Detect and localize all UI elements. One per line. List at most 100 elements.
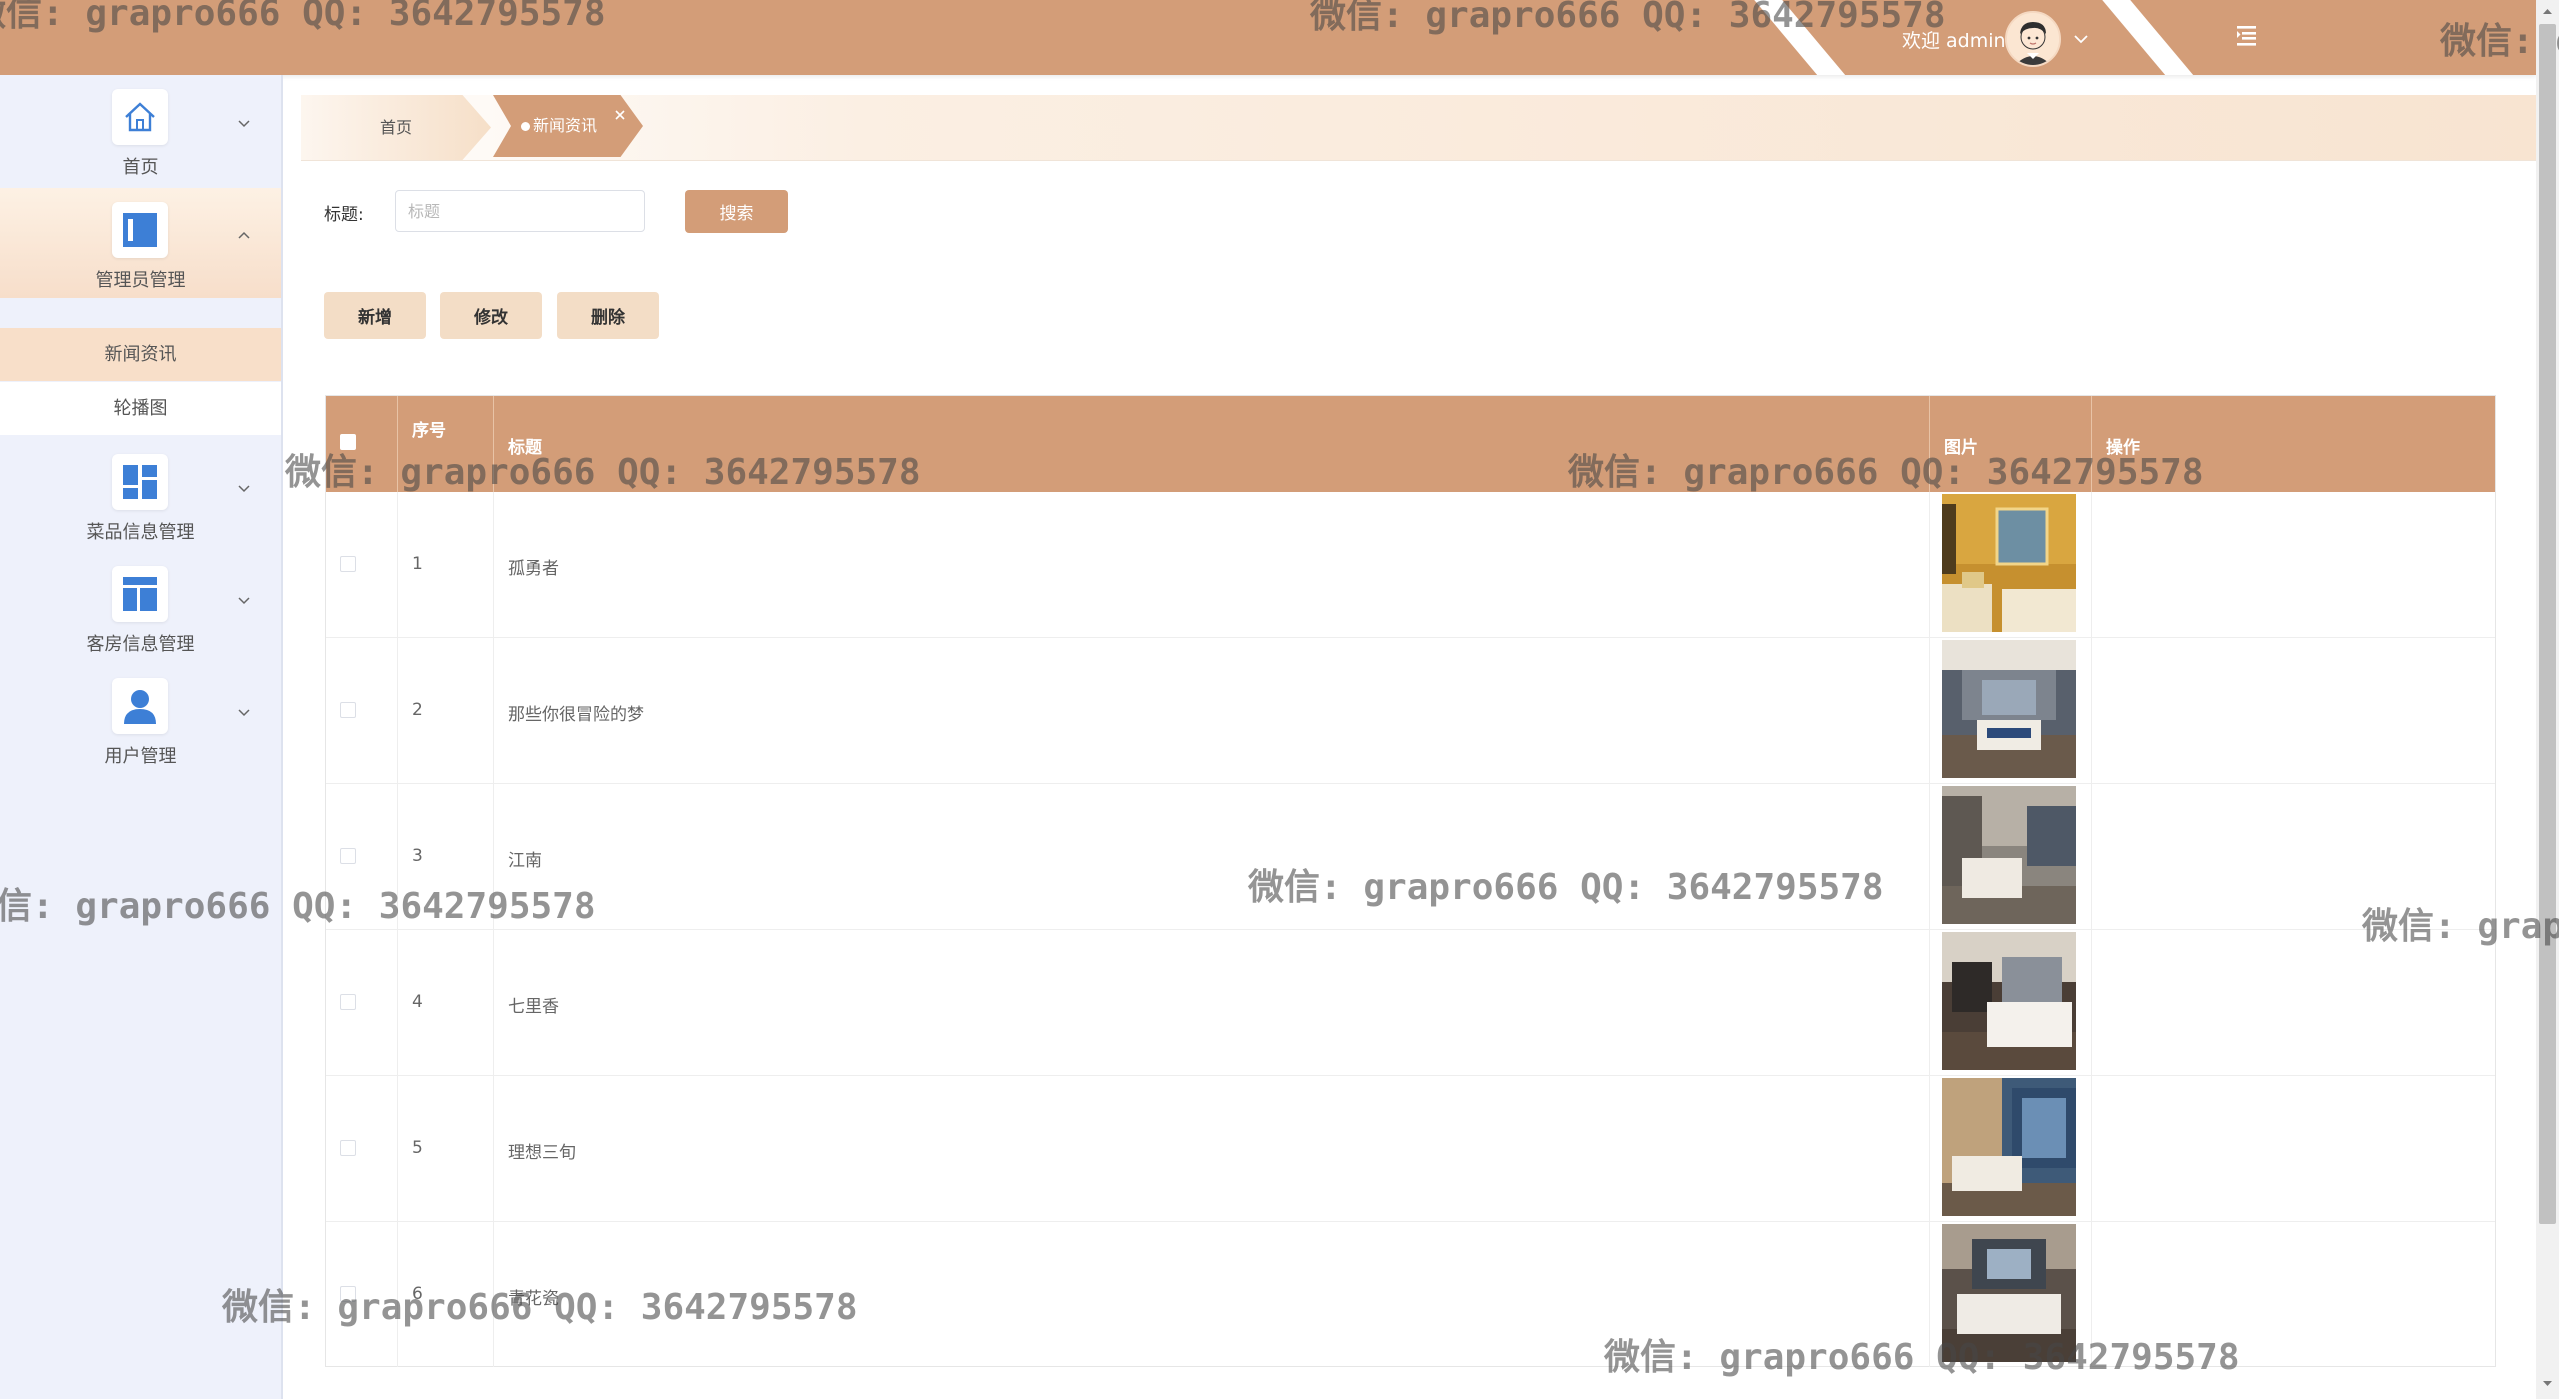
row-select-cell bbox=[326, 784, 398, 929]
row-checkbox[interactable] bbox=[340, 994, 356, 1010]
delete-button[interactable]: 删除 bbox=[557, 292, 659, 339]
sidebar-item-user-management[interactable]: 用户管理 bbox=[0, 664, 281, 774]
table-row[interactable]: 6 青花瓷 bbox=[326, 1222, 2495, 1367]
chevron-down-icon bbox=[238, 597, 250, 605]
row-title: 那些你很冒险的梦 bbox=[508, 705, 644, 725]
index-cell: 4 bbox=[398, 930, 494, 1075]
image-cell bbox=[1930, 1076, 2092, 1221]
actions-cell bbox=[2092, 930, 2495, 1075]
search-button[interactable]: 搜索 bbox=[685, 190, 788, 233]
table-row[interactable]: 5 理想三旬 bbox=[326, 1076, 2495, 1222]
welcome-text: 欢迎 admin bbox=[1902, 30, 2006, 52]
title-search-input[interactable] bbox=[395, 190, 645, 232]
row-index: 4 bbox=[412, 992, 423, 1012]
scrollbar-thumb[interactable] bbox=[2539, 24, 2556, 1224]
row-checkbox[interactable] bbox=[340, 702, 356, 718]
add-button[interactable]: 新增 bbox=[324, 292, 426, 339]
index-cell: 3 bbox=[398, 784, 494, 929]
row-title: 七里香 bbox=[508, 997, 559, 1017]
column-header-label: 序号 bbox=[412, 421, 446, 441]
chevron-down-icon bbox=[238, 709, 250, 717]
row-checkbox[interactable] bbox=[340, 1286, 356, 1302]
sidebar-item-home[interactable]: 首页 bbox=[0, 75, 281, 185]
table-header: 序号 标题 图片 操作 bbox=[326, 396, 2495, 492]
sidebar: 首页 管理员管理 新闻资讯 轮播图 菜品信息管理 客房信息管理 用户管理 bbox=[0, 75, 283, 1399]
sidebar-item-label: 用户管理 bbox=[104, 746, 177, 767]
tab-label: 新闻资讯 bbox=[533, 116, 598, 135]
tab-home[interactable]: 首页 bbox=[301, 95, 491, 160]
news-table: 序号 标题 图片 操作 1 孤勇者 2 那些你很冒险的梦 3 江南 4 七里香 … bbox=[325, 395, 2496, 1367]
row-checkbox[interactable] bbox=[340, 848, 356, 864]
column-header-actions: 操作 bbox=[2092, 396, 2495, 492]
row-index: 5 bbox=[412, 1138, 423, 1158]
hotel-room-thumbnail bbox=[1942, 640, 2076, 778]
row-index: 3 bbox=[412, 846, 423, 866]
row-checkbox[interactable] bbox=[340, 1140, 356, 1156]
submenu-item-news[interactable]: 新闻资讯 bbox=[0, 328, 281, 381]
chevron-down-icon[interactable] bbox=[2072, 30, 2090, 48]
image-cell bbox=[1930, 930, 2092, 1075]
row-index: 2 bbox=[412, 700, 423, 720]
row-select-cell bbox=[326, 1222, 398, 1367]
image-cell bbox=[1930, 638, 2092, 783]
admin-panel-icon bbox=[112, 202, 168, 258]
chevron-down-icon bbox=[238, 120, 250, 128]
edit-button[interactable]: 修改 bbox=[440, 292, 542, 339]
row-select-cell bbox=[326, 1076, 398, 1221]
user-avatar-icon[interactable] bbox=[2005, 11, 2061, 67]
dashboard-grid-icon bbox=[112, 454, 168, 510]
row-select-cell bbox=[326, 492, 398, 637]
table-row[interactable]: 2 那些你很冒险的梦 bbox=[326, 638, 2495, 784]
table-row[interactable]: 1 孤勇者 bbox=[326, 492, 2495, 638]
index-cell: 1 bbox=[398, 492, 494, 637]
chevron-up-icon bbox=[238, 231, 250, 239]
column-header-image: 图片 bbox=[1930, 396, 2092, 492]
hotel-room-thumbnail bbox=[1942, 786, 2076, 924]
row-select-cell bbox=[326, 638, 398, 783]
hotel-room-thumbnail bbox=[1942, 1224, 2076, 1362]
tab-news[interactable]: 新闻资讯 bbox=[493, 95, 643, 157]
sidebar-item-label: 菜品信息管理 bbox=[86, 522, 195, 543]
user-icon bbox=[112, 678, 168, 734]
row-checkbox[interactable] bbox=[340, 556, 356, 572]
sidebar-item-room-management[interactable]: 客房信息管理 bbox=[0, 552, 281, 662]
top-header: 欢迎 admin bbox=[0, 0, 2536, 75]
close-icon[interactable] bbox=[614, 109, 626, 121]
index-cell: 5 bbox=[398, 1076, 494, 1221]
sidebar-item-label: 客房信息管理 bbox=[86, 634, 195, 655]
scroll-up-arrow-icon[interactable] bbox=[2542, 6, 2553, 17]
row-title: 青花瓷 bbox=[508, 1289, 559, 1309]
column-header-index: 序号 bbox=[398, 396, 494, 492]
sidebar-item-label: 管理员管理 bbox=[95, 270, 186, 291]
select-all-checkbox[interactable] bbox=[340, 434, 356, 450]
scroll-down-arrow-icon[interactable] bbox=[2542, 1378, 2553, 1389]
header-decoration-stripe bbox=[1737, 0, 1875, 75]
hotel-room-thumbnail bbox=[1942, 1078, 2076, 1216]
home-icon bbox=[112, 89, 168, 145]
sidebar-item-label: 首页 bbox=[122, 157, 159, 178]
column-header-title[interactable]: 标题 bbox=[494, 396, 1930, 492]
table-row[interactable]: 3 江南 bbox=[326, 784, 2495, 930]
chevron-down-icon bbox=[238, 485, 250, 493]
title-cell: 那些你很冒险的梦 bbox=[494, 638, 1930, 783]
image-cell bbox=[1930, 1222, 2092, 1367]
page-scrollbar[interactable] bbox=[2536, 0, 2559, 1399]
hotel-room-thumbnail bbox=[1942, 494, 2076, 632]
title-cell: 理想三旬 bbox=[494, 1076, 1930, 1221]
row-title: 孤勇者 bbox=[508, 559, 559, 579]
actions-cell bbox=[2092, 638, 2495, 783]
title-cell: 江南 bbox=[494, 784, 1930, 929]
title-cell: 七里香 bbox=[494, 930, 1930, 1075]
row-select-cell bbox=[326, 930, 398, 1075]
menu-fold-icon[interactable] bbox=[2233, 22, 2259, 48]
search-title-label: 标题: bbox=[324, 205, 364, 225]
layout-icon bbox=[112, 566, 168, 622]
submenu-item-carousel[interactable]: 轮播图 bbox=[0, 382, 281, 435]
table-row[interactable]: 4 七里香 bbox=[326, 930, 2495, 1076]
sidebar-item-admin-management[interactable]: 管理员管理 bbox=[0, 188, 281, 298]
index-cell: 6 bbox=[398, 1222, 494, 1367]
tab-bar: 首页 新闻资讯 bbox=[301, 95, 2536, 161]
column-header-label: 图片 bbox=[1944, 438, 1978, 458]
sidebar-item-dish-management[interactable]: 菜品信息管理 bbox=[0, 440, 281, 550]
actions-cell bbox=[2092, 1222, 2495, 1367]
